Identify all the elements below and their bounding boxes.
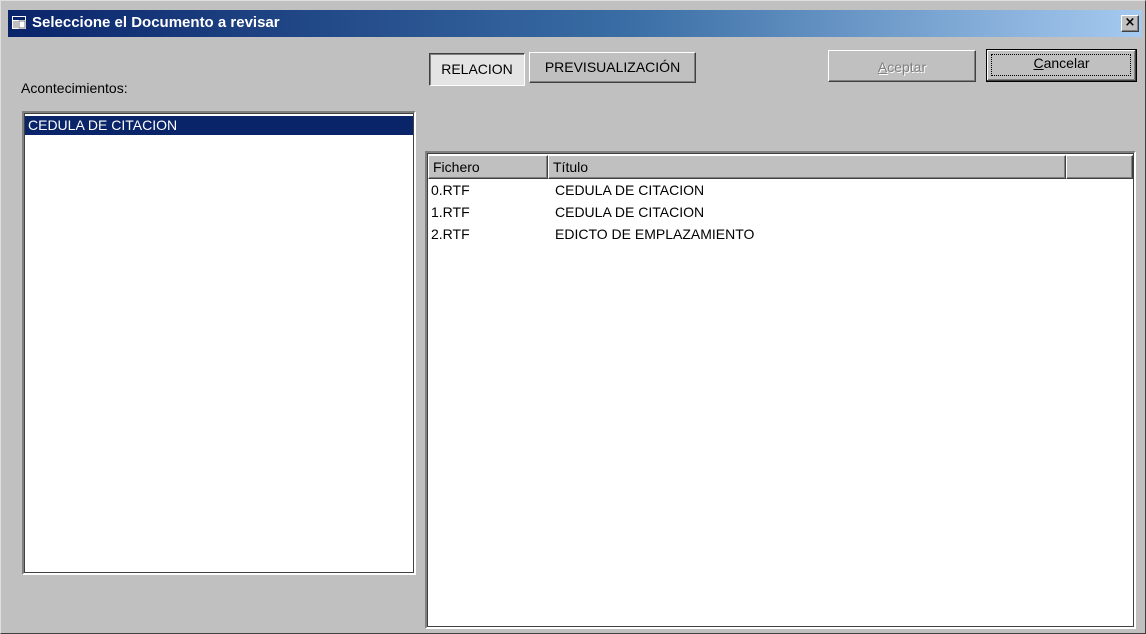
close-icon: × [1124, 15, 1136, 30]
documentos-listview[interactable]: Fichero Título 0.RTF CEDULA DE CITACION … [425, 151, 1136, 629]
focus-rectangle [991, 54, 1131, 76]
cell-fichero: 2.RTF [431, 226, 470, 242]
aceptar-label: ceptar [887, 59, 927, 75]
cell-titulo: CEDULA DE CITACION [555, 204, 705, 220]
listview-header: Fichero Título [428, 155, 1133, 179]
cell-titulo: CEDULA DE CITACION [555, 182, 705, 198]
column-header-empty[interactable] [1066, 155, 1133, 179]
cancelar-button[interactable]: Cancelar [986, 49, 1137, 82]
aceptar-button[interactable]: Aceptar [828, 50, 976, 82]
cell-fichero: 1.RTF [431, 204, 470, 220]
acontecimientos-listbox[interactable]: CEDULA DE CITACION [22, 111, 416, 575]
column-header-fichero[interactable]: Fichero [428, 155, 548, 179]
window-app-icon [12, 16, 26, 29]
close-button[interactable]: × [1121, 15, 1139, 32]
window-title: Seleccione el Documento a revisar [32, 14, 280, 31]
cell-titulo: EDICTO DE EMPLAZAMIENTO [555, 226, 755, 242]
acontecimientos-label: Acontecimientos: [21, 80, 128, 96]
cell-fichero: 0.RTF [431, 182, 470, 198]
list-item-selected[interactable]: CEDULA DE CITACION [25, 116, 413, 135]
tab-relacion[interactable]: RELACION [429, 53, 525, 86]
aceptar-mnemonic: A [877, 59, 888, 75]
title-bar[interactable]: Seleccione el Documento a revisar × [8, 10, 1142, 37]
column-header-titulo[interactable]: Título [548, 155, 1066, 179]
dialog-window: Seleccione el Documento a revisar × Acon… [0, 0, 1146, 634]
tab-previsualizacion[interactable]: PREVISUALIZACIÓN [529, 52, 696, 83]
